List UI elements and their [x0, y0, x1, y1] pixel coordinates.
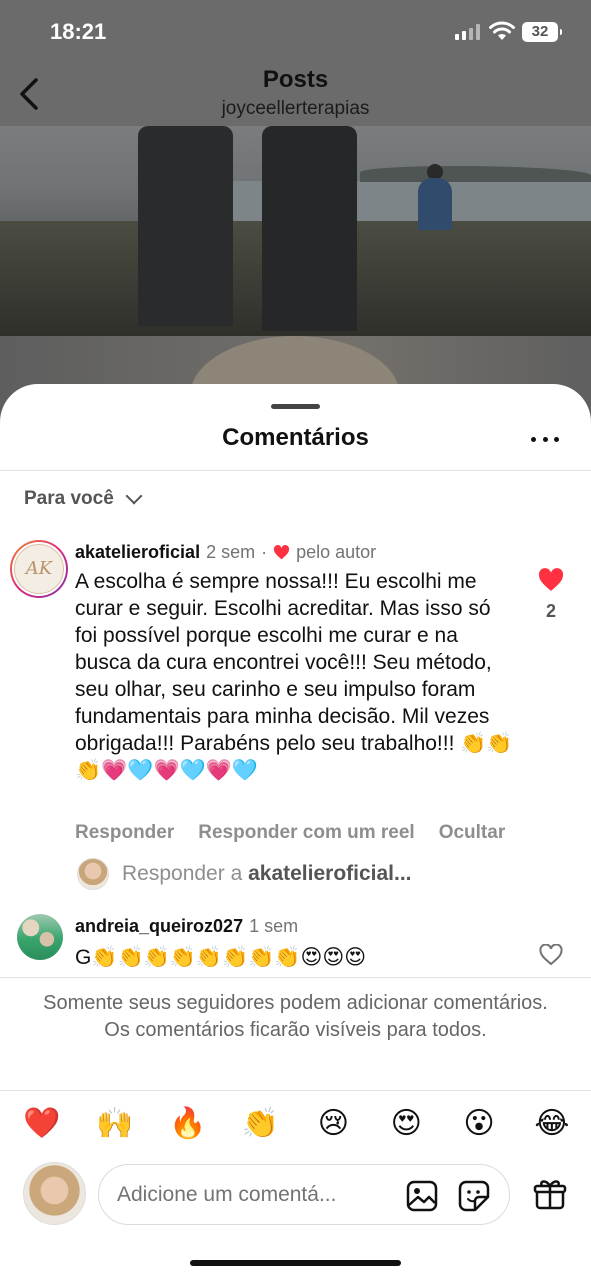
sticker-icon[interactable]: [457, 1179, 491, 1213]
emoji-divider: [0, 1090, 591, 1091]
sheet-title: Comentários: [222, 424, 369, 451]
reply-prompt-prefix: Responder a: [122, 862, 249, 885]
like-count: 2: [545, 601, 556, 621]
comment-actions: Responder Responder com um reel Ocultar: [75, 822, 505, 844]
comment-header: andreia_queiroz027 1 sem: [75, 916, 298, 937]
notice-divider: [0, 977, 591, 978]
post-photo: [0, 126, 591, 336]
wifi-icon: [489, 21, 515, 40]
top-nav: Posts joyceellerterapias: [0, 62, 591, 126]
emoji-crying[interactable]: 😢: [313, 1106, 353, 1142]
quick-emoji-bar: ❤️ 🙌 🔥 👏 😢 😍 😮 😂: [22, 1106, 572, 1142]
emoji-heart-eyes[interactable]: 😍: [386, 1106, 426, 1142]
page-title: Posts: [262, 66, 329, 93]
avatar[interactable]: AK: [10, 540, 68, 598]
comment-username[interactable]: akatelieroficial: [75, 542, 200, 563]
avatar[interactable]: [17, 914, 63, 960]
comment-input-container: [98, 1164, 510, 1225]
comment-input[interactable]: [117, 1179, 387, 1211]
hide-button[interactable]: Ocultar: [439, 822, 506, 844]
comment-header: akatelieroficial 2 sem · pelo autor: [75, 542, 376, 563]
sheet-grabber[interactable]: [271, 404, 320, 409]
avatar-logo: AK: [14, 544, 64, 594]
status-time: 18:21: [50, 19, 107, 44]
meta-separator: ·: [261, 542, 268, 562]
heart-filled-icon[interactable]: [538, 568, 564, 592]
emoji-laughing[interactable]: 😂: [532, 1106, 572, 1142]
comment-composer: [0, 1160, 591, 1232]
cellular-signal-icon: [455, 24, 481, 40]
comment-text: G👏👏👏👏👏👏👏👏😍😍😍: [75, 946, 367, 969]
comment-username[interactable]: andreia_queiroz027: [75, 916, 243, 937]
comment-restriction-notice: Somente seus seguidores podem adicionar …: [43, 992, 548, 1041]
battery-icon: 32: [522, 22, 562, 42]
comment-time: 2 sem: [206, 542, 256, 562]
post-backdrop: 18:21 32 Posts joyceellerterapias: [0, 0, 591, 430]
emoji-surprised[interactable]: 😮: [459, 1106, 499, 1142]
my-avatar-small: [77, 858, 109, 890]
gift-icon[interactable]: [533, 1177, 567, 1211]
emoji-heart[interactable]: ❤️: [22, 1106, 62, 1142]
comment-text: A escolha é sempre nossa!!! Eu escolhi m…: [75, 570, 513, 782]
reply-with-reel-button[interactable]: Responder com um reel: [198, 822, 414, 844]
comment-like[interactable]: 2: [536, 568, 566, 622]
sort-filter-label: Para você: [24, 488, 114, 509]
comment-time: 1 sem: [249, 916, 299, 936]
emoji-clap[interactable]: 👏: [241, 1106, 281, 1142]
chevron-down-icon: [125, 487, 143, 505]
author-badge: pelo autor: [296, 542, 377, 562]
sort-filter-dropdown[interactable]: Para você: [24, 487, 143, 510]
image-icon[interactable]: [405, 1179, 439, 1213]
author-heart-icon: [274, 545, 290, 560]
header-divider: [0, 470, 591, 471]
emoji-fire[interactable]: 🔥: [168, 1106, 208, 1142]
more-options-icon[interactable]: [531, 434, 559, 444]
reply-prompt[interactable]: Responder a akatelieroficial...: [77, 858, 412, 890]
my-avatar: [23, 1162, 86, 1225]
emoji-raised-hands[interactable]: 🙌: [95, 1106, 135, 1142]
comments-sheet: Comentários Para você AK akatelieroficia…: [0, 384, 591, 1280]
home-indicator[interactable]: [190, 1260, 401, 1266]
page-subtitle[interactable]: joyceellerterapias: [0, 98, 591, 120]
reply-button[interactable]: Responder: [75, 822, 174, 844]
status-bar: 18:21 32: [0, 0, 591, 62]
reply-prompt-target: akatelieroficial...: [248, 862, 412, 885]
heart-outline-icon[interactable]: [539, 944, 563, 966]
